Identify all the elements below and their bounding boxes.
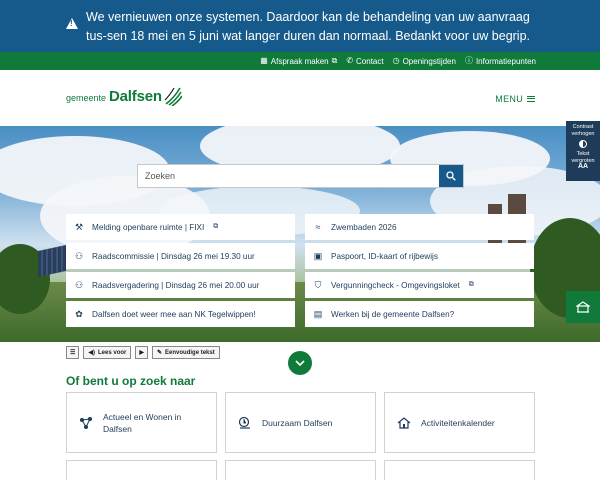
card-actueel-wonen[interactable]: Actueel en Wonen in Dalfsen	[66, 392, 217, 453]
people-icon: ⚇	[74, 250, 84, 261]
utility-link-afspraak[interactable]: ▦ Afspraak maken ⧉	[260, 57, 337, 66]
hero-solar-panel	[38, 245, 66, 277]
accessibility-tools: Contrast verhogen Tekst vergroten AA	[566, 121, 600, 181]
search-button[interactable]	[439, 165, 463, 187]
card-placeholder[interactable]	[384, 460, 535, 480]
report-icon: ⚒	[74, 221, 84, 232]
phone-icon: ✆	[346, 56, 354, 65]
garden-icon: ✿	[75, 308, 83, 319]
alert-text: We vernieuwen onze systemen. Daardoor ka…	[86, 10, 531, 43]
play-icon: ▶	[139, 350, 144, 356]
quicklink-tegelwippen[interactable]: ✿ Dalfsen doet weer mee aan NK Tegelwipp…	[66, 301, 295, 327]
external-link-icon: ⧉	[331, 56, 338, 65]
info-icon: ⓘ	[464, 56, 473, 65]
play-button[interactable]: ▶	[135, 346, 148, 359]
card-activiteitenkalender[interactable]: Activiteitenkalender	[384, 392, 535, 453]
contrast-toggle[interactable]: Contrast verhogen	[566, 124, 600, 148]
text-size-toggle[interactable]: Tekst vergroten AA	[566, 151, 600, 171]
chevron-down-icon	[295, 360, 305, 366]
search-input[interactable]	[138, 165, 439, 187]
house-icon	[397, 416, 411, 429]
quicklink-zwembaden[interactable]: ≈ Zwembaden 2026	[305, 214, 534, 240]
warning-icon	[66, 18, 78, 29]
people-icon: ⚇	[74, 279, 84, 290]
quicklink-paspoort[interactable]: ▣ Paspoort, ID-kaart of rijbewijs	[305, 243, 534, 269]
simple-text-button[interactable]: ✎ Eenvoudige tekst	[152, 346, 220, 359]
speaker-icon: ◀)	[88, 350, 96, 356]
card-duurzaam[interactable]: Duurzaam Dalfsen	[225, 392, 376, 453]
read-aloud-button[interactable]: ◀) Lees voor	[83, 346, 132, 359]
clock-icon: ◷	[392, 56, 400, 65]
menu-icon: ☰	[70, 350, 76, 356]
quicklink-werken[interactable]: ▤ Werken bij de gemeente Dalfsen?	[305, 301, 534, 327]
text-size-icon: AA	[577, 163, 589, 170]
hamburger-icon	[527, 96, 535, 102]
sustainability-icon	[238, 416, 250, 429]
contrast-icon	[579, 140, 587, 148]
external-link-icon: ⧉	[468, 281, 474, 288]
site-header: gemeente Dalfsen MENU	[0, 70, 600, 126]
swimmer-icon: ≈	[315, 222, 321, 232]
site-logo[interactable]: gemeente Dalfsen	[66, 87, 182, 106]
section-title: Of bent u op zoek naar	[66, 374, 196, 388]
utility-link-contact[interactable]: ✆ Contact	[346, 57, 383, 66]
search-icon	[446, 171, 456, 181]
scroll-down-button[interactable]	[288, 351, 312, 375]
readspeaker-menu-button[interactable]: ☰	[66, 346, 80, 359]
logo-swoosh-icon	[164, 87, 182, 106]
briefcase-icon: ▤	[313, 308, 323, 319]
menu-button[interactable]: MENU	[495, 94, 535, 104]
search-bar	[137, 164, 464, 188]
quicklink-melding[interactable]: ⚒ Melding openbare ruimte | FIXI ⧉	[66, 214, 295, 240]
utility-link-informatiepunten[interactable]: ⓘ Informatiepunten	[465, 57, 536, 66]
alert-banner: We vernieuwen onze systemen. Daardoor ka…	[0, 0, 600, 52]
simple-text-icon: ✎	[157, 350, 163, 356]
quicklink-vergunningcheck[interactable]: ⛉ Vergunningcheck - Omgevingsloket ⧉	[305, 272, 534, 298]
card-placeholder[interactable]	[66, 460, 217, 480]
side-action-button[interactable]	[566, 291, 600, 323]
hero-banner: ⚒ Melding openbare ruimte | FIXI ⧉ ≈ Zwe…	[0, 126, 600, 342]
permit-icon: ⛉	[314, 279, 322, 290]
network-icon	[80, 416, 92, 429]
read-aloud-bar: ☰ ◀) Lees voor ▶ ✎ Eenvoudige tekst	[66, 346, 220, 359]
id-card-icon: ▣	[313, 250, 323, 261]
utility-bar: ▦ Afspraak maken ⧉ ✆ Contact ◷ Openingst…	[0, 52, 600, 70]
utility-link-openingstijden[interactable]: ◷ Openingstijden	[393, 57, 456, 66]
building-icon	[576, 301, 590, 313]
external-link-icon: ⧉	[213, 223, 219, 230]
calendar-icon: ▦	[260, 56, 268, 65]
card-placeholder[interactable]	[225, 460, 376, 480]
quicklink-raadscommissie[interactable]: ⚇ Raadscommissie | Dinsdag 26 mei 19.30 …	[66, 243, 295, 269]
quicklink-raadsvergadering[interactable]: ⚇ Raadsvergadering | Dinsdag 26 mei 20.0…	[66, 272, 295, 298]
